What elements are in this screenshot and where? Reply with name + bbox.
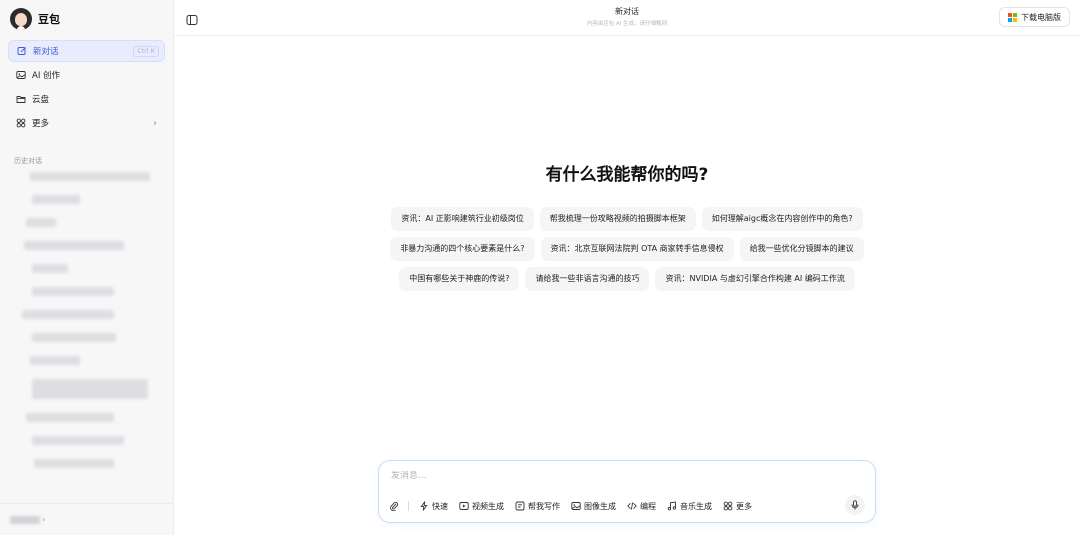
video-generate-button[interactable]: 视频生成: [459, 501, 504, 512]
sidebar-footer[interactable]: ›: [0, 503, 174, 535]
shortcut-badge: Ctrl K: [133, 45, 159, 57]
suggestion-list: 资讯：AI 正影响建筑行业初级岗位 帮我梳理一份攻略视频的拍摄脚本框架 如何理解…: [174, 207, 1080, 297]
history-item[interactable]: [24, 241, 124, 250]
history-item[interactable]: [30, 356, 80, 365]
page-subtitle: 内容由豆包 AI 生成，请仔细甄别: [586, 21, 668, 27]
suggestion-row: 非暴力沟通的四个核心要素是什么? 资讯：北京互联网法院判 OTA 商家转手信息侵…: [174, 237, 1080, 261]
sidebar-item-ai-create[interactable]: AI 创作: [8, 64, 165, 86]
message-input[interactable]: [391, 471, 831, 481]
download-desktop-label: 下载电脑版: [1021, 12, 1061, 22]
coding-label: 编程: [640, 501, 656, 511]
image-generate-label: 图像生成: [584, 501, 616, 511]
history-item[interactable]: [32, 195, 80, 204]
coding-button[interactable]: 编程: [627, 501, 656, 512]
history-item[interactable]: [22, 310, 114, 319]
chevron-right-icon: ›: [42, 515, 46, 524]
history-section-title: 历史对话: [14, 157, 42, 165]
suggestion-chip[interactable]: 如何理解aigc概念在内容创作中的角色?: [701, 207, 863, 231]
suggestion-chip[interactable]: 请给我一些非语言沟通的技巧: [525, 267, 650, 291]
quick-mode-button[interactable]: 快速: [419, 501, 448, 512]
windows-logo-icon: [1008, 12, 1017, 22]
history-item[interactable]: [32, 379, 148, 399]
sidebar-item-more[interactable]: 更多 ›: [8, 112, 165, 134]
sidebar-item-label: 更多: [32, 119, 50, 129]
sidebar-item-cloud-drive[interactable]: 云盘: [8, 88, 165, 110]
history-item[interactable]: [26, 413, 114, 422]
sidebar-item-label: 云盘: [32, 95, 50, 105]
writing-assist-label: 帮我写作: [528, 501, 560, 511]
composer-toolbar: 快速 视频生成 帮我写作 图像生成 编程 音乐生成 更多: [389, 498, 763, 514]
message-composer: 快速 视频生成 帮我写作 图像生成 编程 音乐生成 更多: [378, 460, 876, 523]
music-generate-label: 音乐生成: [680, 501, 712, 511]
attach-button[interactable]: [389, 501, 402, 511]
image-icon: [15, 70, 26, 81]
history-item[interactable]: [30, 172, 150, 181]
suggestion-chip[interactable]: 给我一些优化分镜脚本的建议: [739, 237, 864, 261]
grid-icon: [15, 118, 26, 129]
lightning-icon: [420, 501, 428, 511]
music-generate-button[interactable]: 音乐生成: [667, 501, 712, 512]
brand[interactable]: 豆包: [0, 0, 173, 38]
history-item[interactable]: [26, 218, 56, 227]
image-icon: [571, 502, 581, 510]
writing-assist-button[interactable]: 帮我写作: [515, 501, 560, 512]
sidebar-item-label: 新对话: [33, 47, 59, 57]
more-tools-button[interactable]: 更多: [723, 501, 752, 512]
chevron-right-icon: ›: [153, 117, 157, 129]
history-item[interactable]: [32, 264, 68, 273]
toolbar-divider: [408, 501, 409, 511]
more-tools-label: 更多: [736, 501, 752, 511]
page-title: 新对话: [615, 7, 639, 16]
avatar: [10, 8, 32, 30]
sidebar-item-label: AI 创作: [32, 71, 61, 81]
video-generate-label: 视频生成: [472, 501, 504, 511]
brand-name: 豆包: [38, 13, 60, 26]
history-item[interactable]: [32, 333, 116, 342]
header: 新对话 内容由豆包 AI 生成，请仔细甄别 下载电脑版: [174, 0, 1080, 36]
sidebar-item-new-chat[interactable]: 新对话 Ctrl K: [8, 40, 165, 62]
quick-mode-label: 快速: [432, 501, 448, 511]
grid-icon: [723, 501, 733, 511]
paperclip-icon: [390, 501, 399, 511]
suggestion-chip[interactable]: 资讯：NVIDIA 与虚幻引擎合作构建 AI 编码工作流: [655, 267, 855, 291]
suggestion-chip[interactable]: 资讯：北京互联网法院判 OTA 商家转手信息侵权: [540, 237, 734, 261]
new-chat-icon: [16, 46, 27, 57]
folder-icon: [15, 94, 26, 105]
suggestion-chip[interactable]: 帮我梳理一份攻略视频的拍摄脚本框架: [539, 207, 696, 231]
history-item[interactable]: [32, 287, 114, 296]
voice-input-button[interactable]: [845, 495, 865, 515]
history-item[interactable]: [32, 436, 124, 445]
history-list: [0, 172, 173, 468]
microphone-icon: [851, 500, 859, 510]
code-icon: [627, 502, 637, 510]
music-note-icon: [667, 501, 677, 511]
welcome-heading: 有什么我能帮你的吗?: [545, 165, 709, 185]
image-generate-button[interactable]: 图像生成: [571, 501, 616, 512]
video-icon: [459, 502, 469, 510]
sidebar-nav: 新对话 Ctrl K AI 创作 云盘 更多 ›: [0, 38, 173, 138]
history-item[interactable]: [34, 459, 114, 468]
sidebar: 豆包 新对话 Ctrl K AI 创作 云盘 更多 › 历史对话 ›: [0, 0, 174, 535]
suggestion-row: 资讯：AI 正影响建筑行业初级岗位 帮我梳理一份攻略视频的拍摄脚本框架 如何理解…: [174, 207, 1080, 231]
suggestion-row: 中国有哪些关于神鹿的传说? 请给我一些非语言沟通的技巧 资讯：NVIDIA 与虚…: [174, 267, 1080, 291]
document-icon: [515, 501, 525, 511]
suggestion-chip[interactable]: 中国有哪些关于神鹿的传说?: [399, 267, 520, 291]
suggestion-chip[interactable]: 资讯：AI 正影响建筑行业初级岗位: [391, 207, 534, 231]
suggestion-chip[interactable]: 非暴力沟通的四个核心要素是什么?: [390, 237, 535, 261]
download-desktop-button[interactable]: 下载电脑版: [999, 7, 1070, 27]
user-name-blurred: [10, 515, 40, 524]
